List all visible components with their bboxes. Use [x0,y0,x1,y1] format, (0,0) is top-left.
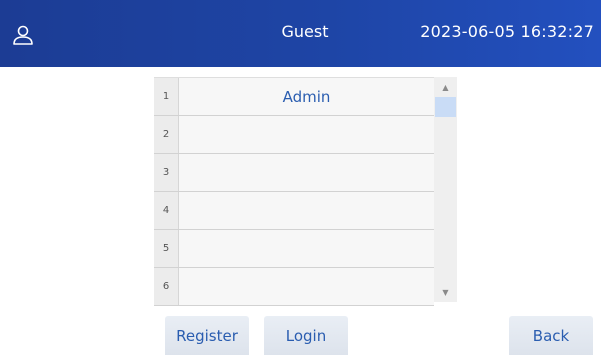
header-bar: Guest 2023-06-05 16:32:27 [0,0,601,67]
scroll-down-arrow-icon[interactable]: ▼ [434,282,457,302]
row-number: 3 [154,154,179,191]
table-row[interactable]: 1 Admin [154,78,434,116]
scroll-thumb[interactable] [435,97,456,117]
scroll-up-arrow-icon[interactable]: ▲ [434,77,457,97]
row-number: 4 [154,192,179,229]
row-cell[interactable] [179,268,434,305]
login-button[interactable]: Login [264,316,348,355]
back-button[interactable]: Back [509,316,593,355]
row-number: 6 [154,268,179,305]
table-row[interactable]: 3 [154,154,434,192]
row-cell[interactable] [179,154,434,191]
user-list-table: 1 Admin 2 3 4 5 6 [154,77,434,306]
table-row[interactable]: 5 [154,230,434,268]
user-icon[interactable] [12,24,34,46]
datetime-display: 2023-06-05 16:32:27 [420,22,594,41]
row-cell[interactable] [179,116,434,153]
row-number: 2 [154,116,179,153]
row-number: 1 [154,78,179,115]
row-cell[interactable] [179,192,434,229]
register-button[interactable]: Register [165,316,249,355]
table-row[interactable]: 2 [154,116,434,154]
table-row[interactable]: 4 [154,192,434,230]
row-number: 5 [154,230,179,267]
row-cell[interactable]: Admin [179,78,434,115]
vertical-scrollbar[interactable]: ▲ ▼ [434,77,457,302]
row-cell[interactable] [179,230,434,267]
table-row[interactable]: 6 [154,268,434,306]
current-user-label: Guest [281,22,329,41]
